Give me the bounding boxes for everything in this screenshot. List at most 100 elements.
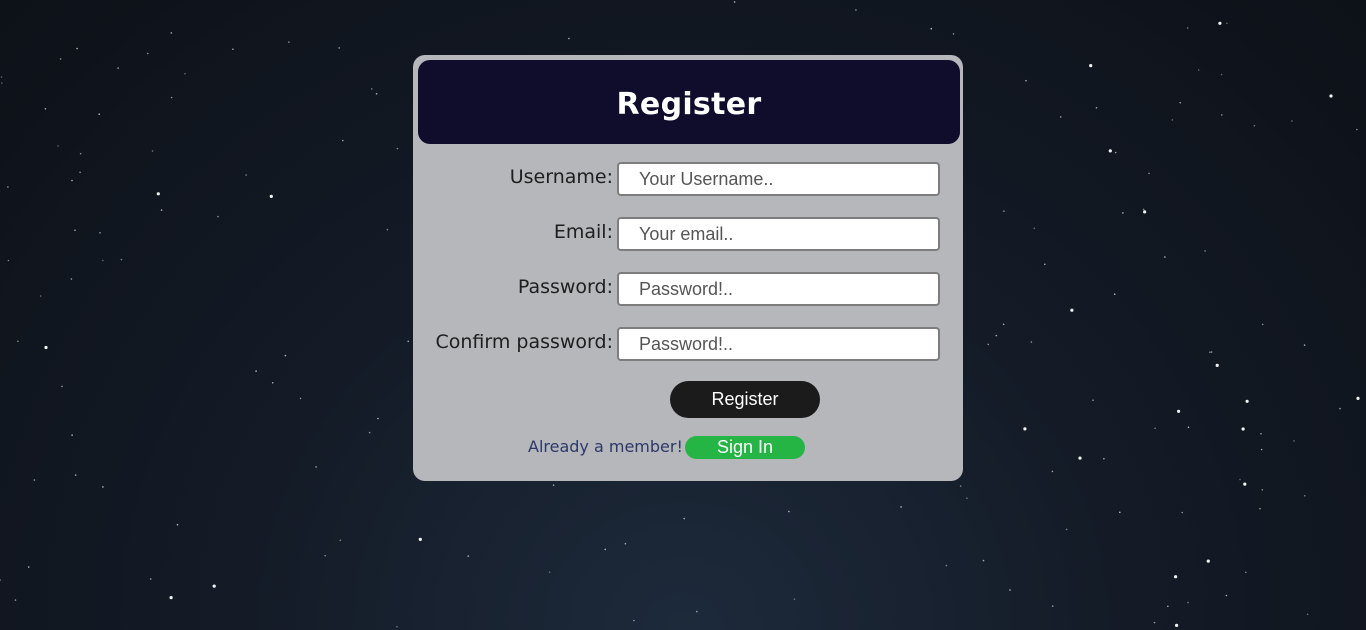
star <box>61 385 63 388</box>
star <box>102 259 104 262</box>
star <box>1209 351 1211 354</box>
star <box>552 484 555 487</box>
star <box>79 152 82 155</box>
star <box>245 174 247 176</box>
star <box>995 334 998 337</box>
star <box>170 32 173 34</box>
star <box>1059 116 1062 118</box>
star <box>568 37 570 40</box>
star <box>1260 448 1263 451</box>
password-label: Password: <box>517 276 613 298</box>
star <box>1002 323 1005 326</box>
star <box>793 598 796 600</box>
star <box>407 340 410 343</box>
star <box>7 186 9 188</box>
star <box>288 41 290 43</box>
star <box>1220 73 1223 76</box>
star <box>1033 227 1036 230</box>
star <box>1303 344 1306 346</box>
star <box>17 340 19 343</box>
star <box>212 584 216 588</box>
star <box>1025 79 1027 82</box>
star <box>1044 263 1046 266</box>
star <box>375 93 378 95</box>
star <box>339 539 342 542</box>
star <box>1078 456 1082 460</box>
star <box>1122 212 1124 214</box>
star <box>1179 101 1181 104</box>
star <box>1164 256 1166 258</box>
username-input[interactable] <box>617 162 940 196</box>
star <box>1225 594 1228 597</box>
username-label: Username: <box>509 166 613 188</box>
star <box>1291 120 1293 122</box>
register-form: Register Username: Email: Password: Conf… <box>413 55 963 481</box>
star <box>1206 559 1210 563</box>
star <box>102 486 104 488</box>
star <box>1051 605 1054 607</box>
star <box>1154 427 1156 430</box>
star <box>900 506 902 508</box>
star <box>1009 589 1011 591</box>
star <box>1171 119 1174 121</box>
star <box>255 370 257 372</box>
star <box>14 599 17 601</box>
star <box>1092 399 1094 402</box>
star <box>1103 457 1105 460</box>
confirm-password-input[interactable] <box>617 327 940 361</box>
star <box>1204 250 1206 252</box>
star <box>74 229 76 231</box>
star <box>217 215 219 218</box>
star <box>1174 575 1178 579</box>
star <box>1329 94 1333 98</box>
star <box>232 48 234 50</box>
star <box>1030 341 1033 343</box>
star <box>945 564 948 567</box>
star <box>39 295 42 297</box>
star <box>683 517 685 520</box>
star <box>1051 470 1054 473</box>
star <box>338 47 341 49</box>
star <box>1142 208 1145 211</box>
star <box>1175 623 1179 628</box>
star <box>1339 407 1341 410</box>
star <box>371 88 373 90</box>
star <box>149 578 152 580</box>
star <box>156 192 160 196</box>
star <box>1143 210 1147 214</box>
star <box>1113 293 1116 296</box>
star <box>79 171 81 174</box>
star <box>1221 114 1223 116</box>
star <box>966 497 968 500</box>
star <box>0 76 3 78</box>
confirm-password-label: Confirm password: <box>435 331 613 353</box>
password-input[interactable] <box>617 272 940 306</box>
star <box>1304 495 1306 497</box>
star <box>1261 323 1264 326</box>
star <box>1218 21 1222 25</box>
star <box>368 431 371 434</box>
star <box>952 33 955 35</box>
star <box>1215 363 1219 367</box>
star <box>467 555 470 557</box>
star <box>959 485 962 487</box>
register-button[interactable]: Register <box>670 381 820 418</box>
star <box>169 596 173 600</box>
star <box>1306 613 1309 616</box>
star <box>71 434 73 436</box>
star <box>1261 489 1264 491</box>
star <box>315 466 317 468</box>
star <box>99 232 101 234</box>
star <box>324 554 327 557</box>
star <box>0 82 3 84</box>
star <box>70 278 73 280</box>
email-input[interactable] <box>617 217 940 251</box>
star <box>604 548 606 551</box>
star <box>1167 605 1169 608</box>
star <box>120 258 123 261</box>
sign-in-button[interactable]: Sign In <box>685 436 805 459</box>
star <box>1259 507 1261 510</box>
star <box>1356 128 1358 131</box>
star <box>1023 427 1027 431</box>
star <box>0 579 1 581</box>
